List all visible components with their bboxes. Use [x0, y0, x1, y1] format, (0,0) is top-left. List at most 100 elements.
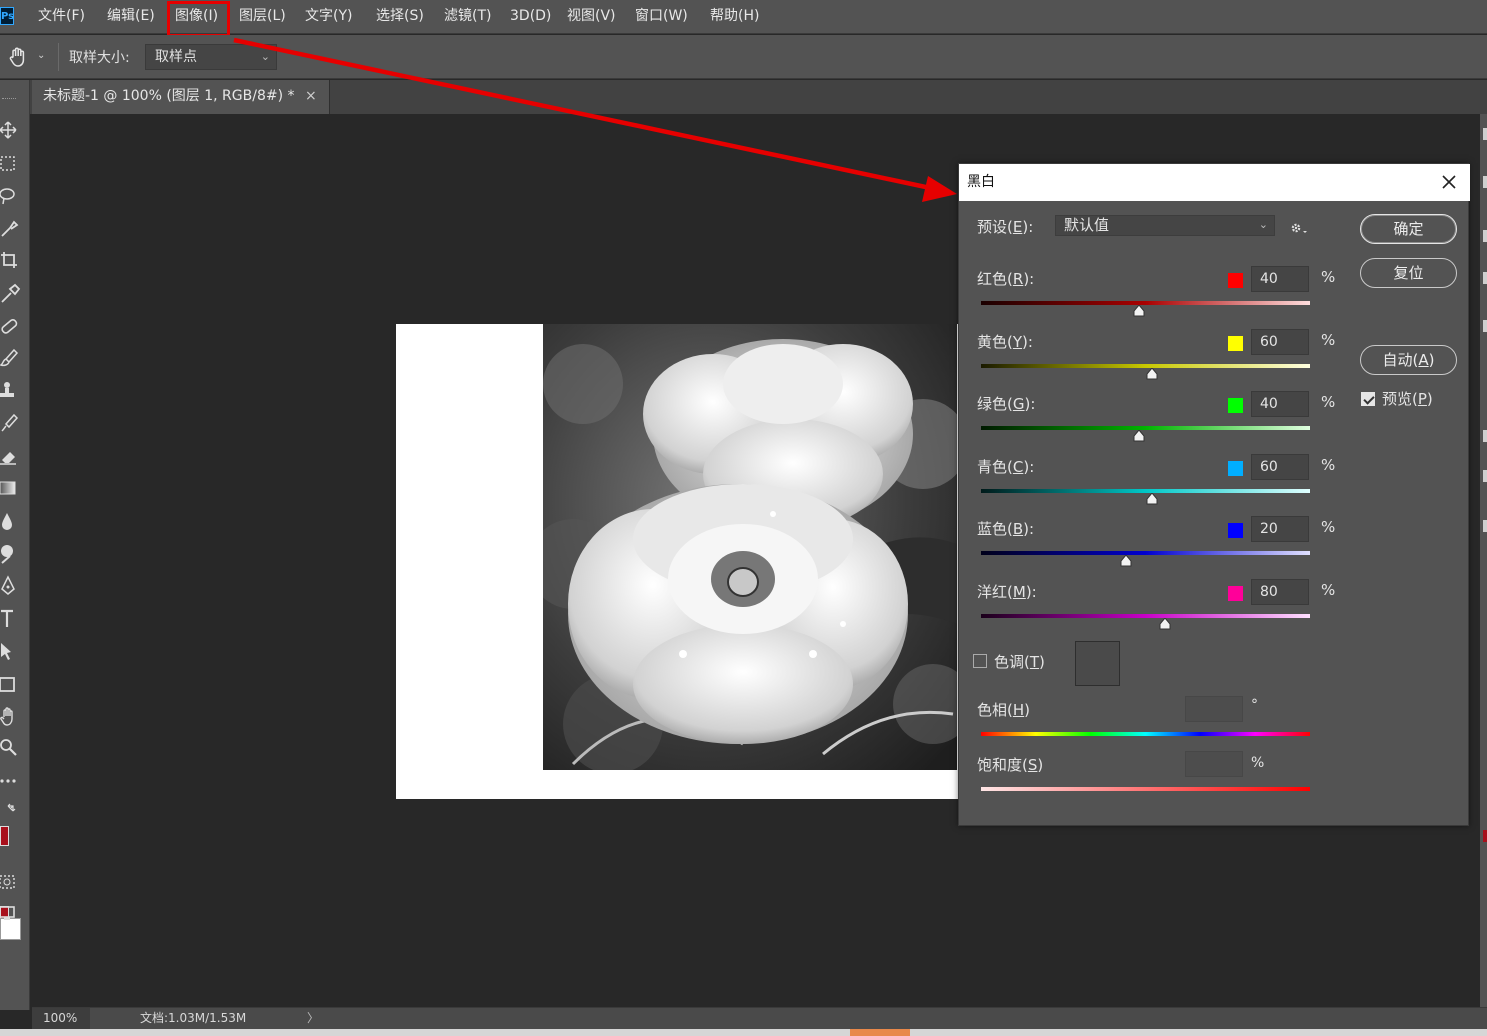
slider-track-r[interactable]: [981, 301, 1310, 305]
panel-icon[interactable]: [1483, 430, 1487, 442]
status-menu-arrow-icon[interactable]: 〉: [307, 1008, 319, 1029]
photoshop-logo: Ps: [0, 7, 14, 25]
eyedropper-tool-icon[interactable]: [0, 283, 22, 305]
ok-button[interactable]: 确定: [1360, 214, 1457, 244]
crop-tool-icon[interactable]: [0, 251, 22, 273]
percent-unit: %: [1321, 268, 1336, 286]
zoom-level-field[interactable]: 100%: [32, 1008, 90, 1030]
slider-thumb-r[interactable]: [1133, 304, 1145, 317]
move-tool-icon[interactable]: [0, 120, 22, 142]
tint-checkbox[interactable]: [973, 654, 987, 668]
hue-input[interactable]: [1185, 696, 1243, 722]
type-tool-icon[interactable]: [0, 608, 22, 630]
saturation-unit: %: [1251, 755, 1265, 771]
menu-type[interactable]: 文字(Y): [305, 0, 352, 34]
slider-track-b[interactable]: [981, 551, 1310, 555]
hue-slider-track[interactable]: [981, 732, 1310, 736]
quick-selection-tool-icon[interactable]: [0, 218, 22, 240]
history-brush-tool-icon[interactable]: [0, 413, 22, 435]
color-swatch-g: [1228, 398, 1243, 413]
menu-filter[interactable]: 滤镜(T): [444, 0, 491, 34]
menu-help[interactable]: 帮助(H): [710, 0, 759, 34]
hand-tool-icon[interactable]: [0, 706, 22, 728]
color-swatch-y: [1228, 336, 1243, 351]
dialog-titlebar[interactable]: 黑白: [959, 164, 1470, 201]
dialog-title: 黑白: [967, 174, 995, 190]
options-divider: [58, 43, 59, 71]
percent-unit: %: [1321, 581, 1336, 599]
panel-icon[interactable]: [1483, 230, 1487, 242]
marquee-tool-icon[interactable]: [0, 153, 22, 175]
value-input-y[interactable]: 60: [1251, 329, 1309, 355]
tint-color-swatch[interactable]: [1075, 641, 1120, 686]
pen-tool-icon[interactable]: [0, 575, 22, 597]
reset-button[interactable]: 复位: [1360, 258, 1457, 288]
slider-thumb-g[interactable]: [1133, 429, 1145, 442]
slider-thumb-c[interactable]: [1146, 492, 1158, 505]
menu-select[interactable]: 选择(S): [376, 0, 424, 34]
menu-view[interactable]: 视图(V): [567, 0, 616, 34]
value-input-m[interactable]: 80: [1251, 579, 1309, 605]
menu-edit[interactable]: 编辑(E): [107, 0, 155, 34]
chevron-down-icon: ⌄: [1258, 218, 1268, 231]
path-selection-tool-icon[interactable]: [0, 641, 22, 663]
zoom-tool-icon[interactable]: [0, 738, 22, 760]
healing-brush-tool-icon[interactable]: [0, 316, 22, 338]
slider-track-m[interactable]: [981, 614, 1310, 618]
more-tools-icon[interactable]: [0, 770, 22, 792]
menu-layer[interactable]: 图层(L): [239, 0, 286, 34]
saturation-slider-track[interactable]: [981, 787, 1310, 791]
eraser-tool-icon[interactable]: [0, 446, 22, 468]
document-tab[interactable]: 未标题-1 @ 100% (图层 1, RGB/8#) *: [32, 80, 330, 114]
tint-label[interactable]: 色调(T): [994, 651, 1045, 672]
color-swatch-r: [1228, 273, 1243, 288]
sample-size-select[interactable]: 取样点 ⌄: [145, 44, 277, 70]
document-tab-bar: 未标题-1 @ 100% (图层 1, RGB/8#) * ×: [0, 80, 1487, 114]
clone-stamp-tool-icon[interactable]: [0, 380, 22, 402]
hue-label: 色相(H): [977, 701, 1031, 719]
hand-icon[interactable]: [6, 45, 30, 69]
tool-preset-chevron-icon[interactable]: ⌄: [37, 50, 45, 61]
gradient-tool-icon[interactable]: [0, 478, 22, 500]
panel-icon[interactable]: [1483, 520, 1487, 532]
preview-checkbox[interactable]: [1361, 392, 1375, 406]
slider-thumb-y[interactable]: [1146, 367, 1158, 380]
value-input-r[interactable]: 40: [1251, 266, 1309, 292]
canvas-image-peony[interactable]: [543, 324, 957, 770]
auto-button[interactable]: 自动(A): [1360, 345, 1457, 375]
gear-icon[interactable]: [1289, 220, 1309, 236]
dodge-tool-icon[interactable]: [0, 543, 22, 565]
panel-icon[interactable]: [1483, 272, 1487, 284]
slider-track-g[interactable]: [981, 426, 1310, 430]
close-icon[interactable]: [1439, 172, 1459, 192]
value-input-c[interactable]: 60: [1251, 454, 1309, 480]
options-bar: ⌄ 取样大小: 取样点 ⌄: [0, 35, 1487, 79]
menu-window[interactable]: 窗口(W): [635, 0, 688, 34]
preview-label[interactable]: 预览(P): [1382, 388, 1433, 409]
menu-3d[interactable]: 3D(D): [510, 0, 551, 34]
rectangle-tool-icon[interactable]: [0, 674, 22, 696]
black-white-dialog: 黑白 预设(E): 默认值 ⌄ 确定 复位 自动(A) 预览(P) 红色(R):…: [958, 163, 1470, 826]
panel-icon[interactable]: [1483, 176, 1487, 188]
panel-icon[interactable]: [1483, 128, 1487, 140]
slider-thumb-b[interactable]: [1120, 554, 1132, 567]
preset-select[interactable]: 默认值 ⌄: [1055, 215, 1275, 236]
slider-thumb-m[interactable]: [1159, 617, 1171, 630]
close-icon[interactable]: ×: [305, 80, 317, 113]
panel-icon[interactable]: [1483, 320, 1487, 332]
menu-file[interactable]: 文件(F): [38, 0, 85, 34]
value-input-g[interactable]: 40: [1251, 391, 1309, 417]
foreground-color-chip[interactable]: [0, 826, 9, 846]
panel-icon[interactable]: [1483, 470, 1487, 482]
blur-tool-icon[interactable]: [0, 511, 22, 533]
sample-size-value: 取样点: [155, 49, 197, 65]
swap-colors-icon[interactable]: [0, 800, 22, 822]
value-input-b[interactable]: 20: [1251, 516, 1309, 542]
hue-unit: °: [1251, 697, 1258, 713]
brush-tool-icon[interactable]: [0, 348, 22, 370]
lasso-tool-icon[interactable]: [0, 186, 22, 208]
quick-mask-icon[interactable]: [0, 872, 22, 894]
screen-mode-icon[interactable]: [0, 903, 22, 925]
saturation-input[interactable]: [1185, 751, 1243, 777]
slider-label-c: 青色(C):: [977, 458, 1035, 476]
